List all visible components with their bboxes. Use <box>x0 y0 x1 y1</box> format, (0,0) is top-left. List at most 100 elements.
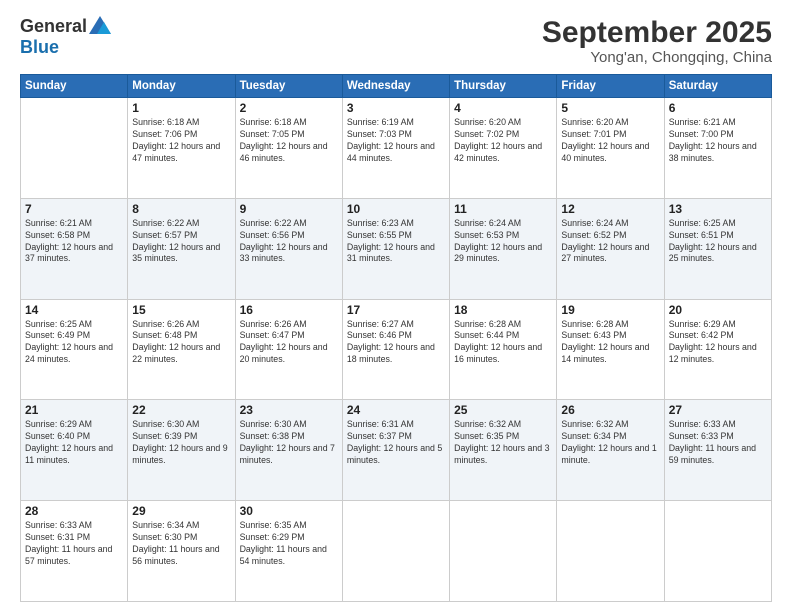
day-number: 18 <box>454 303 552 317</box>
col-tuesday: Tuesday <box>235 75 342 98</box>
day-info: Sunrise: 6:33 AM Sunset: 6:33 PM Dayligh… <box>669 419 767 467</box>
day-number: 5 <box>561 101 659 115</box>
day-info: Sunrise: 6:24 AM Sunset: 6:52 PM Dayligh… <box>561 218 659 266</box>
table-row: 5 Sunrise: 6:20 AM Sunset: 7:01 PM Daylig… <box>557 98 664 199</box>
day-number: 4 <box>454 101 552 115</box>
table-row: 9 Sunrise: 6:22 AM Sunset: 6:56 PM Daylig… <box>235 198 342 299</box>
day-number: 1 <box>132 101 230 115</box>
day-info: Sunrise: 6:21 AM Sunset: 6:58 PM Dayligh… <box>25 218 123 266</box>
day-number: 21 <box>25 403 123 417</box>
day-info: Sunrise: 6:22 AM Sunset: 6:56 PM Dayligh… <box>240 218 338 266</box>
day-info: Sunrise: 6:32 AM Sunset: 6:34 PM Dayligh… <box>561 419 659 467</box>
day-number: 19 <box>561 303 659 317</box>
day-info: Sunrise: 6:28 AM Sunset: 6:44 PM Dayligh… <box>454 319 552 367</box>
table-row: 21Sunrise: 6:29 AM Sunset: 6:40 PM Dayli… <box>21 400 128 501</box>
table-row <box>557 501 664 602</box>
day-number: 15 <box>132 303 230 317</box>
day-info: Sunrise: 6:31 AM Sunset: 6:37 PM Dayligh… <box>347 419 445 467</box>
col-saturday: Saturday <box>664 75 771 98</box>
day-info: Sunrise: 6:30 AM Sunset: 6:39 PM Dayligh… <box>132 419 230 467</box>
day-info: Sunrise: 6:25 AM Sunset: 6:49 PM Dayligh… <box>25 319 123 367</box>
day-info: Sunrise: 6:30 AM Sunset: 6:38 PM Dayligh… <box>240 419 338 467</box>
day-info: Sunrise: 6:27 AM Sunset: 6:46 PM Dayligh… <box>347 319 445 367</box>
table-row: 19 Sunrise: 6:28 AM Sunset: 6:43 PM Dayli… <box>557 299 664 400</box>
logo-blue: Blue <box>20 37 59 57</box>
logo: General Blue <box>20 16 111 58</box>
col-thursday: Thursday <box>450 75 557 98</box>
table-row: 23 Sunrise: 6:30 AM Sunset: 6:38 PM Dayli… <box>235 400 342 501</box>
day-number: 22 <box>132 403 230 417</box>
day-number: 27 <box>669 403 767 417</box>
day-info: Sunrise: 6:21 AM Sunset: 7:00 PM Dayligh… <box>669 117 767 165</box>
table-row <box>21 98 128 199</box>
table-row: 17 Sunrise: 6:27 AM Sunset: 6:46 PM Dayli… <box>342 299 449 400</box>
day-number: 29 <box>132 504 230 518</box>
day-number: 7 <box>25 202 123 216</box>
title-block: September 2025 Yong'an, Chongqing, China <box>542 16 772 66</box>
day-number: 10 <box>347 202 445 216</box>
day-number: 16 <box>240 303 338 317</box>
calendar-week-row: 21Sunrise: 6:29 AM Sunset: 6:40 PM Dayli… <box>21 400 772 501</box>
day-number: 17 <box>347 303 445 317</box>
calendar-week-row: 1 Sunrise: 6:18 AM Sunset: 7:06 PM Daylig… <box>21 98 772 199</box>
day-number: 12 <box>561 202 659 216</box>
calendar-week-row: 14 Sunrise: 6:25 AM Sunset: 6:49 PM Dayli… <box>21 299 772 400</box>
table-row: 11 Sunrise: 6:24 AM Sunset: 6:53 PM Dayli… <box>450 198 557 299</box>
table-row: 27 Sunrise: 6:33 AM Sunset: 6:33 PM Dayli… <box>664 400 771 501</box>
day-number: 14 <box>25 303 123 317</box>
day-number: 28 <box>25 504 123 518</box>
location: Yong'an, Chongqing, China <box>542 49 772 66</box>
day-number: 6 <box>669 101 767 115</box>
table-row <box>664 501 771 602</box>
calendar-table: Sunday Monday Tuesday Wednesday Thursday… <box>20 74 772 602</box>
day-info: Sunrise: 6:28 AM Sunset: 6:43 PM Dayligh… <box>561 319 659 367</box>
day-info: Sunrise: 6:26 AM Sunset: 6:47 PM Dayligh… <box>240 319 338 367</box>
day-number: 2 <box>240 101 338 115</box>
day-info: Sunrise: 6:24 AM Sunset: 6:53 PM Dayligh… <box>454 218 552 266</box>
day-number: 24 <box>347 403 445 417</box>
day-info: Sunrise: 6:29 AM Sunset: 6:42 PM Dayligh… <box>669 319 767 367</box>
day-info: Sunrise: 6:35 AM Sunset: 6:29 PM Dayligh… <box>240 520 338 568</box>
day-number: 13 <box>669 202 767 216</box>
table-row: 22 Sunrise: 6:30 AM Sunset: 6:39 PM Dayli… <box>128 400 235 501</box>
calendar-header-row: Sunday Monday Tuesday Wednesday Thursday… <box>21 75 772 98</box>
header: General Blue September 2025 Yong'an, Cho… <box>20 16 772 66</box>
table-row: 1 Sunrise: 6:18 AM Sunset: 7:06 PM Daylig… <box>128 98 235 199</box>
col-monday: Monday <box>128 75 235 98</box>
day-number: 9 <box>240 202 338 216</box>
day-info: Sunrise: 6:20 AM Sunset: 7:01 PM Dayligh… <box>561 117 659 165</box>
day-number: 11 <box>454 202 552 216</box>
table-row: 4Sunrise: 6:20 AM Sunset: 7:02 PM Daylig… <box>450 98 557 199</box>
day-info: Sunrise: 6:18 AM Sunset: 7:06 PM Dayligh… <box>132 117 230 165</box>
day-info: Sunrise: 6:26 AM Sunset: 6:48 PM Dayligh… <box>132 319 230 367</box>
table-row: 3Sunrise: 6:19 AM Sunset: 7:03 PM Daylig… <box>342 98 449 199</box>
col-wednesday: Wednesday <box>342 75 449 98</box>
calendar-page: General Blue September 2025 Yong'an, Cho… <box>0 0 792 612</box>
table-row: 25Sunrise: 6:32 AM Sunset: 6:35 PM Dayli… <box>450 400 557 501</box>
table-row: 14 Sunrise: 6:25 AM Sunset: 6:49 PM Dayli… <box>21 299 128 400</box>
table-row: 6 Sunrise: 6:21 AM Sunset: 7:00 PM Daylig… <box>664 98 771 199</box>
day-info: Sunrise: 6:19 AM Sunset: 7:03 PM Dayligh… <box>347 117 445 165</box>
table-row: 7 Sunrise: 6:21 AM Sunset: 6:58 PM Daylig… <box>21 198 128 299</box>
day-number: 23 <box>240 403 338 417</box>
day-number: 30 <box>240 504 338 518</box>
table-row <box>342 501 449 602</box>
day-number: 26 <box>561 403 659 417</box>
table-row <box>450 501 557 602</box>
day-number: 20 <box>669 303 767 317</box>
calendar-week-row: 28Sunrise: 6:33 AM Sunset: 6:31 PM Dayli… <box>21 501 772 602</box>
col-sunday: Sunday <box>21 75 128 98</box>
table-row: 12 Sunrise: 6:24 AM Sunset: 6:52 PM Dayli… <box>557 198 664 299</box>
day-info: Sunrise: 6:18 AM Sunset: 7:05 PM Dayligh… <box>240 117 338 165</box>
table-row: 24 Sunrise: 6:31 AM Sunset: 6:37 PM Dayli… <box>342 400 449 501</box>
table-row: 29Sunrise: 6:34 AM Sunset: 6:30 PM Dayli… <box>128 501 235 602</box>
table-row: 20 Sunrise: 6:29 AM Sunset: 6:42 PM Dayli… <box>664 299 771 400</box>
col-friday: Friday <box>557 75 664 98</box>
day-info: Sunrise: 6:32 AM Sunset: 6:35 PM Dayligh… <box>454 419 552 467</box>
day-number: 8 <box>132 202 230 216</box>
day-info: Sunrise: 6:25 AM Sunset: 6:51 PM Dayligh… <box>669 218 767 266</box>
day-info: Sunrise: 6:22 AM Sunset: 6:57 PM Dayligh… <box>132 218 230 266</box>
logo-general: General <box>20 16 87 37</box>
table-row: 13 Sunrise: 6:25 AM Sunset: 6:51 PM Dayli… <box>664 198 771 299</box>
table-row: 18 Sunrise: 6:28 AM Sunset: 6:44 PM Dayli… <box>450 299 557 400</box>
